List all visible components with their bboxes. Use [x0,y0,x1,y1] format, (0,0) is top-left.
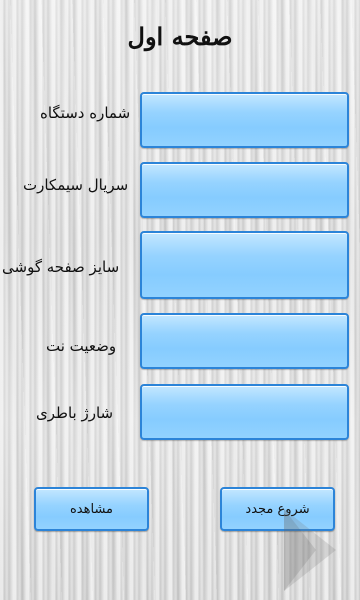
page-title: صفحه اول [127,22,233,51]
screen-size-field[interactable] [140,231,349,299]
network-status-field[interactable] [140,313,349,369]
battery-charge-label: شارژ باطری [36,404,114,422]
sim-serial-field[interactable] [140,162,349,218]
device-number-field[interactable] [140,92,349,148]
play-watermark-icon [284,509,336,591]
sim-serial-label: سریال سیمکارت [23,176,129,194]
device-number-label: شماره دستگاه [40,104,131,122]
network-status-label: وضعیت نت [46,337,117,355]
view-button[interactable]: مشاهده [34,487,149,531]
screen-size-label: سایز صفحه گوشی [2,258,120,276]
battery-charge-field[interactable] [140,384,349,440]
